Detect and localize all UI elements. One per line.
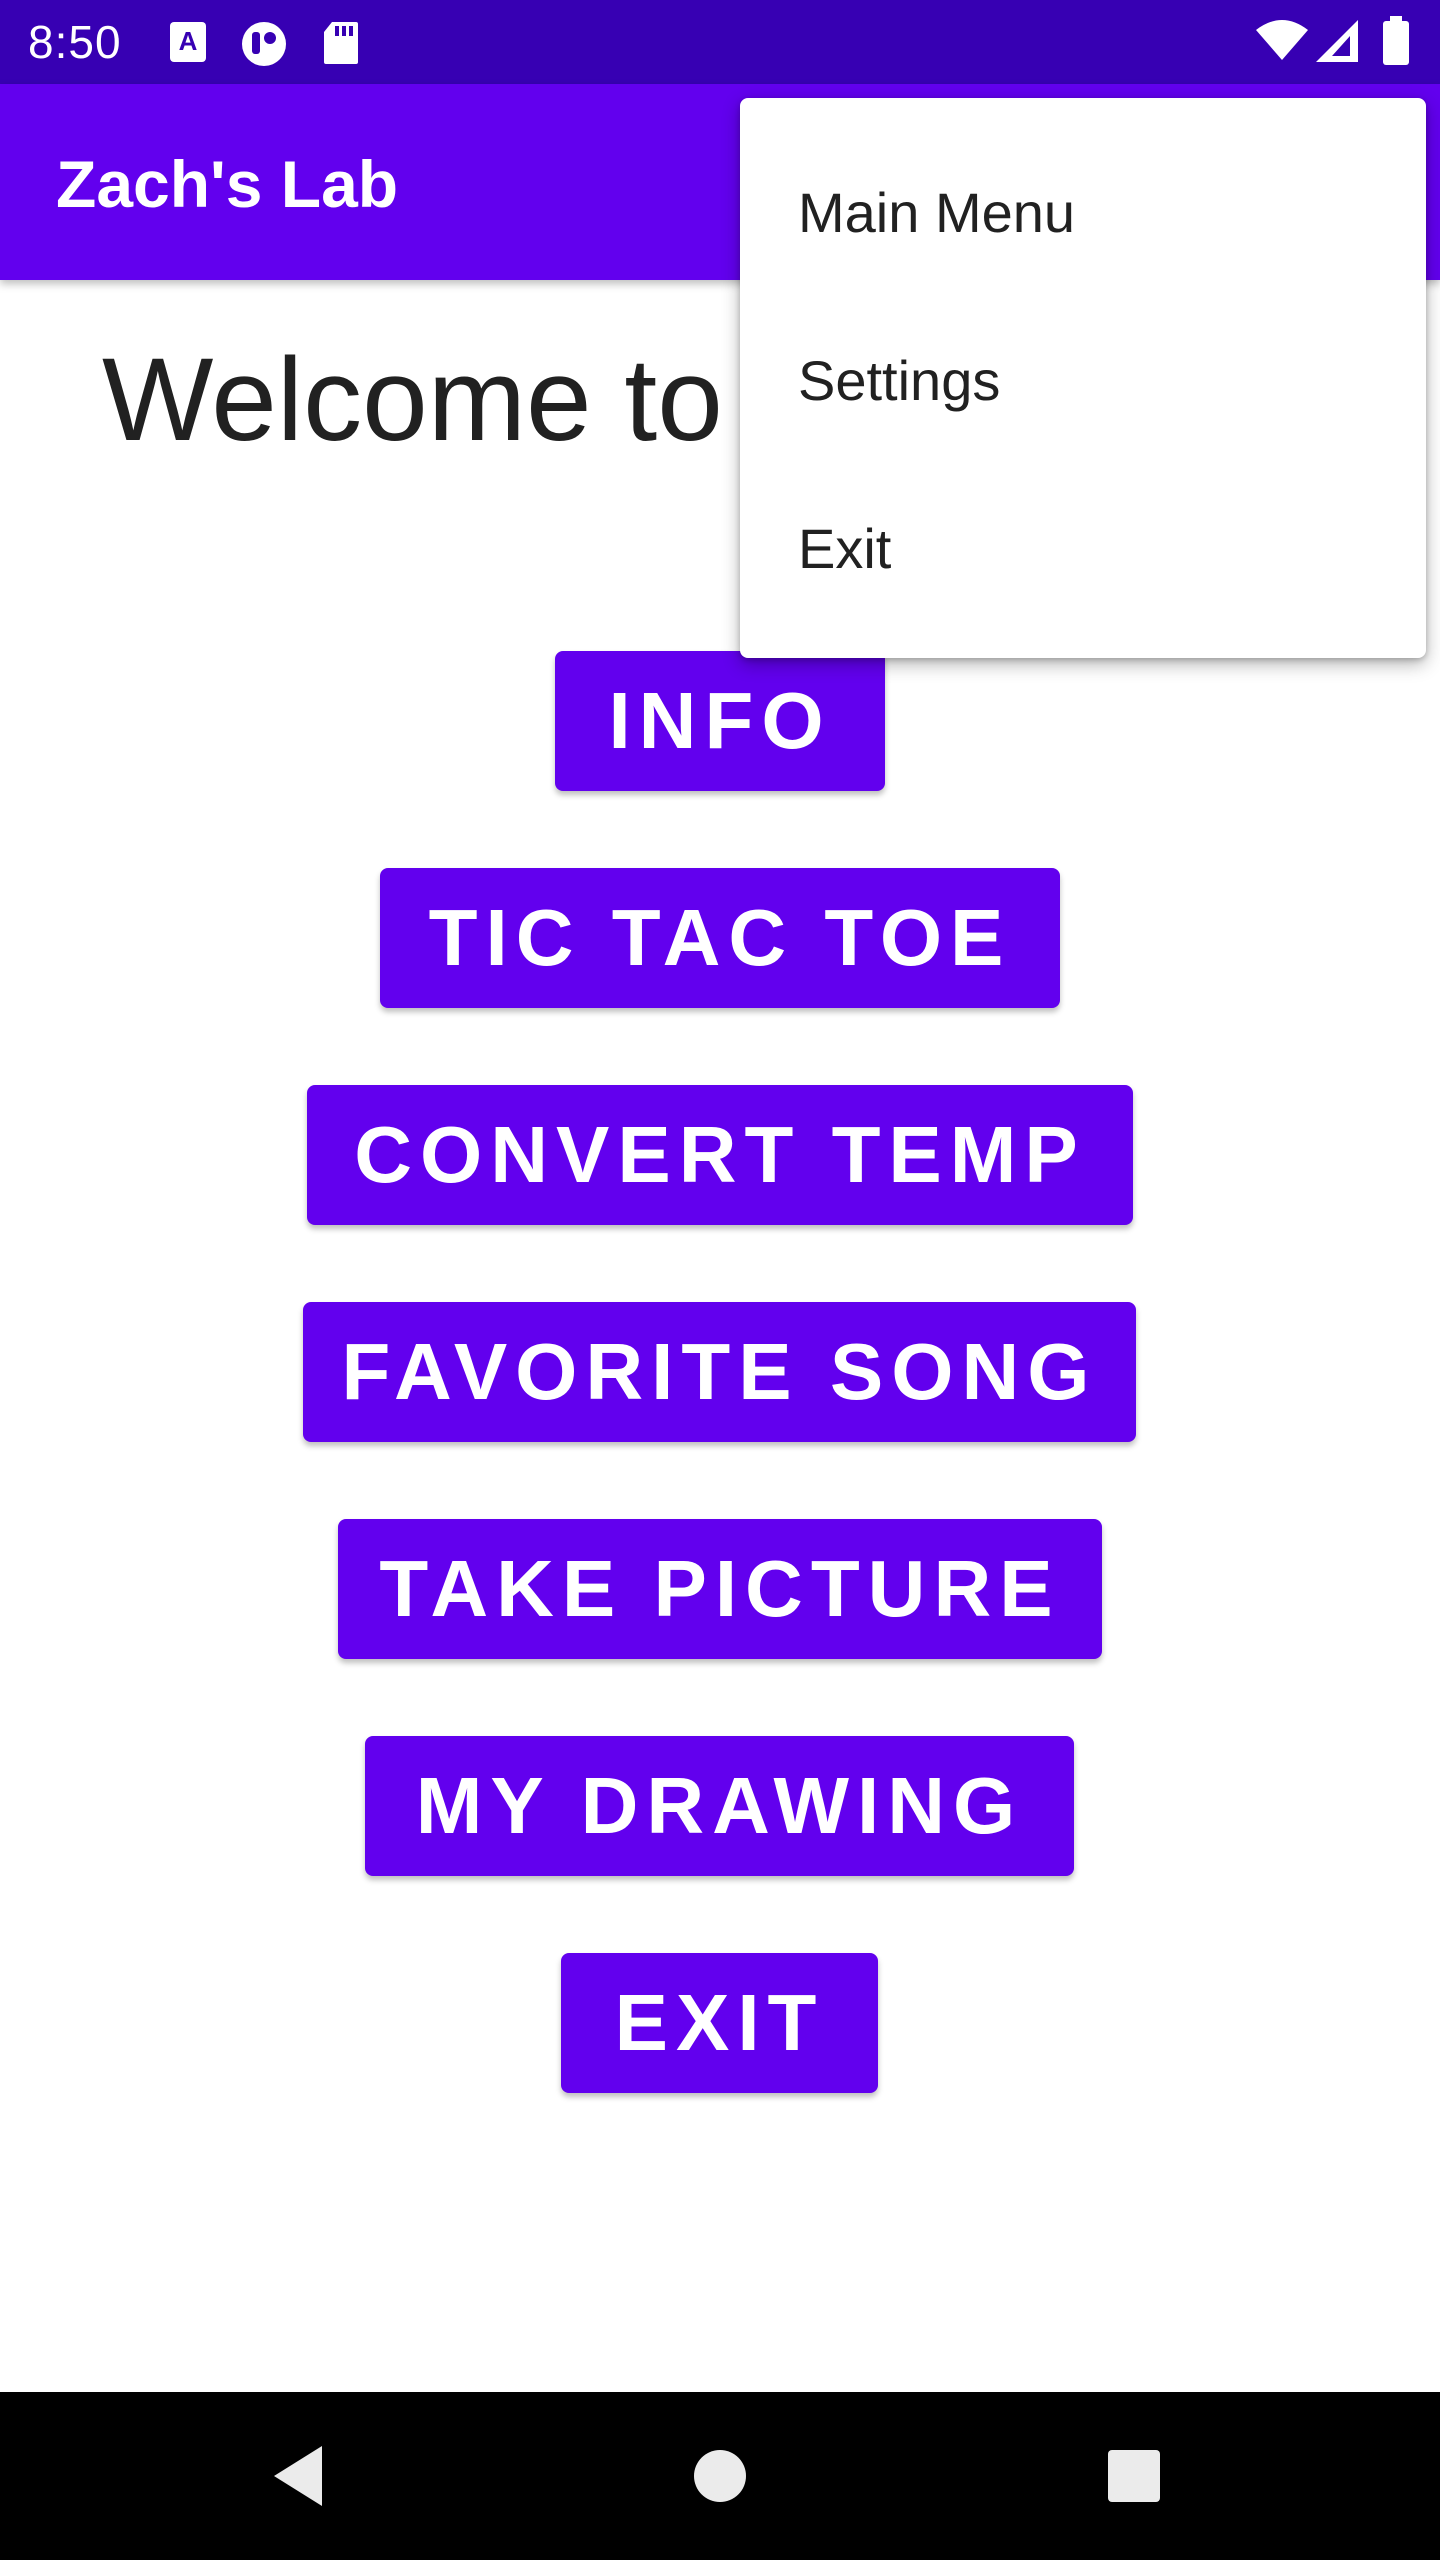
take-picture-button[interactable]: TAKE PICTURE	[338, 1519, 1102, 1659]
signal-icon	[1314, 18, 1360, 69]
menu-item-exit[interactable]: Exit	[798, 514, 891, 584]
back-icon[interactable]	[262, 2436, 342, 2516]
my-drawing-button[interactable]: MY DRAWING	[365, 1736, 1074, 1876]
welcome-text: Welcome to	[102, 334, 723, 466]
battery-icon	[1382, 16, 1410, 71]
sd-card-icon	[322, 20, 360, 71]
record-icon	[240, 20, 288, 73]
exit-button[interactable]: EXIT	[561, 1953, 878, 2093]
overflow-menu: Main Menu Settings Exit	[740, 98, 1426, 658]
convert-temp-button[interactable]: CONVERT TEMP	[307, 1085, 1133, 1225]
status-bar: 8:50 A	[0, 0, 1440, 84]
favorite-song-button[interactable]: FAVORITE SONG	[303, 1302, 1136, 1442]
menu-item-main-menu[interactable]: Main Menu	[798, 178, 1075, 248]
app-title: Zach's Lab	[56, 147, 399, 221]
tic-tac-toe-button[interactable]: TIC TAC TOE	[380, 868, 1060, 1008]
svg-text:A: A	[179, 26, 198, 56]
menu-item-settings[interactable]: Settings	[798, 346, 1000, 416]
accessibility-a-icon: A	[168, 20, 208, 69]
home-icon[interactable]	[680, 2436, 760, 2516]
info-button[interactable]: INFO	[555, 651, 885, 791]
recents-icon[interactable]	[1094, 2436, 1174, 2516]
navigation-bar	[0, 2392, 1440, 2560]
status-time: 8:50	[28, 16, 122, 68]
wifi-icon	[1254, 18, 1310, 67]
